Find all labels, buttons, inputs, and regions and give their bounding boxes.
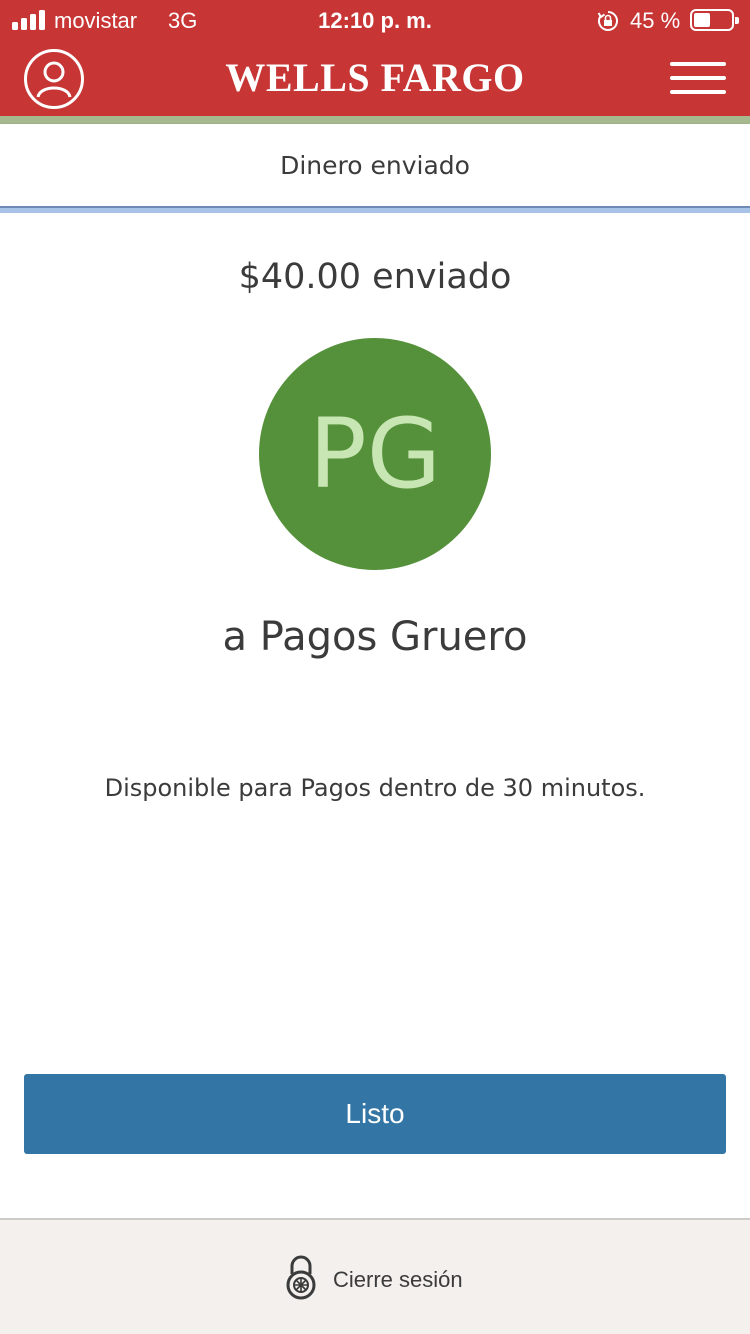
- logout-label: Cierre sesión: [333, 1267, 463, 1292]
- footer: Cierre sesión: [0, 1218, 750, 1334]
- subheader-divider: [0, 206, 750, 213]
- recipient-avatar: PG: [259, 338, 491, 570]
- amount-sent: $40.00 enviado: [238, 257, 512, 297]
- top-bar: movistar 3G 12:10 p. m. 45 % WELLS FARGO: [0, 0, 750, 116]
- avatar-initials: PG: [308, 398, 442, 510]
- page-subheader: Dinero enviado: [0, 124, 750, 206]
- battery-icon: [690, 9, 739, 31]
- availability-message: Disponible para Pagos dentro de 30 minut…: [104, 774, 646, 802]
- app-header: WELLS FARGO: [0, 40, 750, 116]
- done-button[interactable]: Listo: [24, 1074, 726, 1154]
- page-title: Dinero enviado: [280, 151, 470, 180]
- hamburger-menu-button[interactable]: [670, 60, 726, 96]
- menu-icon: [670, 62, 726, 66]
- header-divider: [0, 116, 750, 124]
- orientation-lock-icon: [597, 11, 618, 31]
- padlock-icon: [286, 1255, 316, 1300]
- recipient-name: a Pagos Gruero: [222, 614, 528, 660]
- battery-percentage: 45 %: [630, 8, 681, 33]
- brand-logo: WELLS FARGO: [225, 55, 525, 100]
- status-bar: movistar 3G 12:10 p. m. 45 %: [0, 0, 750, 40]
